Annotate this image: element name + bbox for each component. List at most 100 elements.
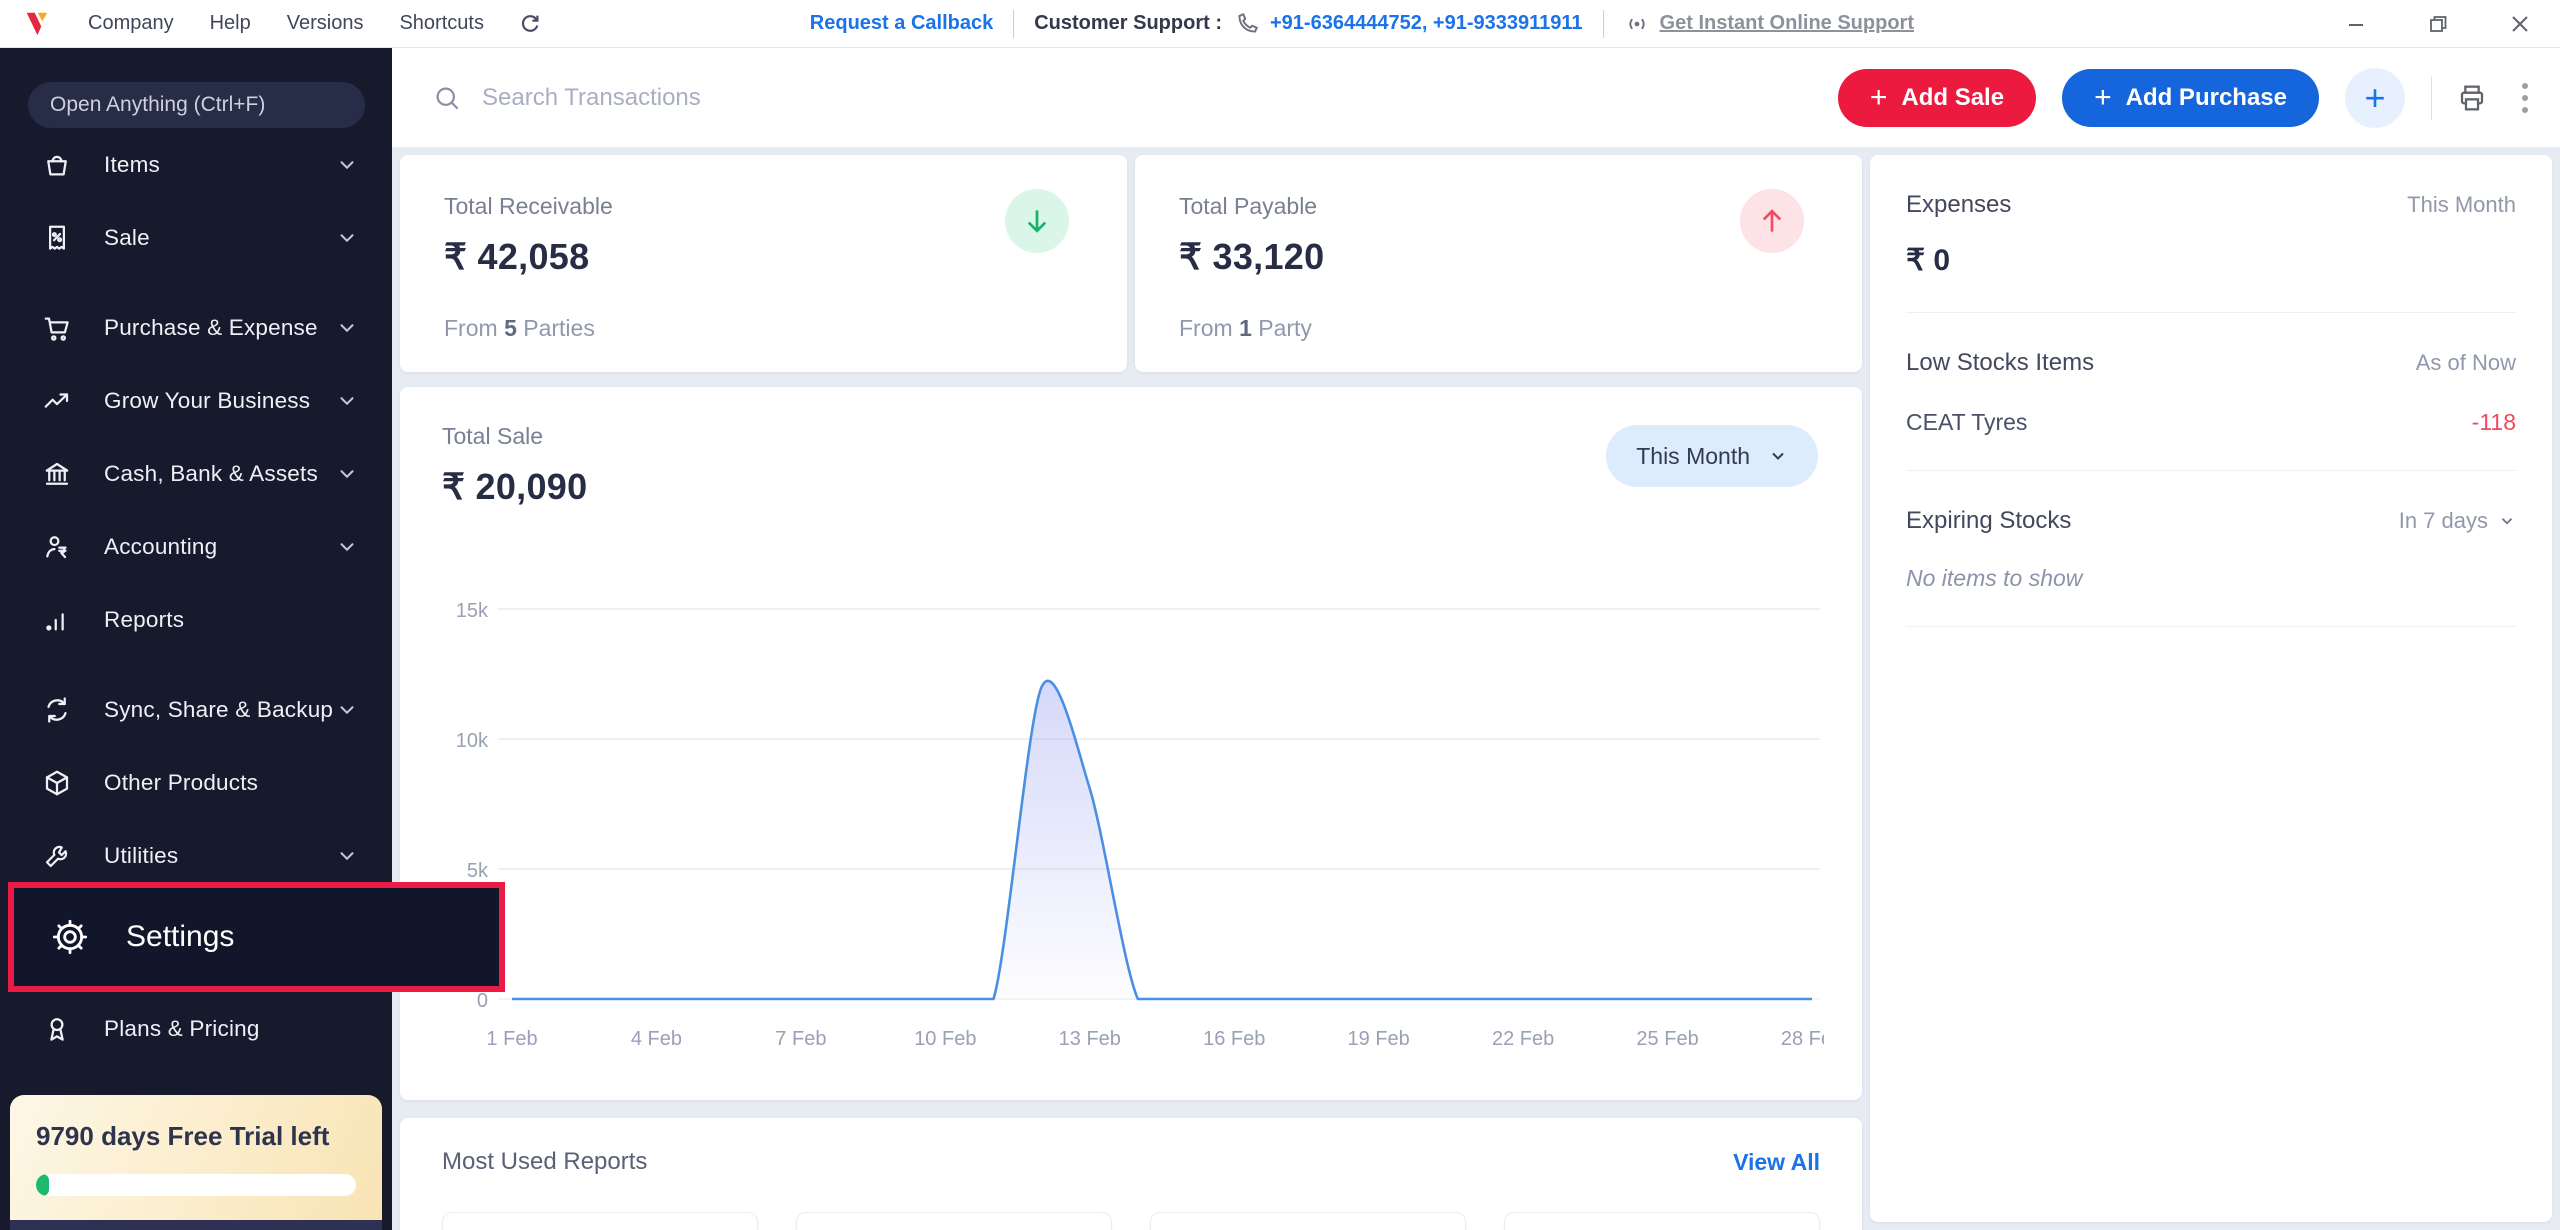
expiring-stock-section: Expiring Stocks In 7 days No items to sh… (1906, 471, 2516, 627)
sidebar-nav: Items Sale Purchase & Expense Grow Your … (0, 128, 392, 1065)
low-stock-period: As of Now (2416, 350, 2516, 376)
sidebar-item-label: Grow Your Business (104, 388, 336, 414)
payable-parties: From 1 Party (1179, 315, 1312, 342)
arrow-up-icon (1740, 189, 1804, 253)
expenses-section: Expenses This Month ₹ 0 (1906, 155, 2516, 313)
cart-icon (42, 313, 72, 343)
view-all-link[interactable]: View All (1733, 1149, 1820, 1176)
x-axis-tick: 25 Feb (1636, 1028, 1698, 1050)
window-titlebar: Company Help Versions Shortcuts Request … (0, 0, 2560, 48)
wrench-icon (42, 841, 72, 871)
sidebar-item-items[interactable]: Items (0, 128, 392, 201)
chevron-down-icon (336, 317, 358, 339)
free-trial-days-left: 9790 days Free Trial left (10, 1095, 382, 1152)
plus-icon: + (1870, 83, 1888, 113)
live-support-icon (1624, 11, 1650, 37)
sidebar-item-label: Plans & Pricing (104, 1016, 358, 1042)
trial-progress-bar (36, 1174, 356, 1196)
x-axis-tick: 16 Feb (1203, 1028, 1265, 1050)
right-panel: Expenses This Month ₹ 0 Low Stocks Items… (1870, 155, 2552, 1222)
low-stock-title: Low Stocks Items (1906, 349, 2094, 377)
menu-help[interactable]: Help (210, 12, 251, 35)
sync-icon (42, 695, 72, 725)
menu-company[interactable]: Company (88, 12, 174, 35)
sale-area-fill (512, 681, 1812, 999)
x-axis-tick: 7 Feb (775, 1028, 826, 1050)
request-callback-link[interactable]: Request a Callback (810, 12, 993, 35)
get-premium-banner[interactable]: Get Your Premium → (10, 1220, 382, 1230)
quick-add-button[interactable]: + (2345, 68, 2405, 128)
x-axis-tick: 10 Feb (914, 1028, 976, 1050)
expenses-title: Expenses (1906, 191, 2011, 219)
total-payable-card[interactable]: Total Payable ₹ 33,120 From 1 Party (1135, 155, 1862, 372)
minimize-button[interactable] (2344, 12, 2368, 36)
period-selector-dropdown[interactable]: This Month (1606, 425, 1818, 487)
receipt-icon (42, 223, 72, 253)
report-card[interactable] (796, 1212, 1112, 1230)
y-axis-tick: 5k (467, 860, 489, 882)
report-card[interactable] (1504, 1212, 1820, 1230)
vyapar-logo-icon (22, 9, 52, 39)
chevron-down-icon (336, 154, 358, 176)
expenses-period: This Month (2407, 192, 2516, 218)
sidebar-item-label: Settings (126, 920, 234, 954)
add-purchase-button[interactable]: + Add Purchase (2062, 69, 2319, 127)
payable-amount: ₹ 33,120 (1179, 236, 1818, 278)
refresh-icon[interactable] (518, 12, 542, 36)
topbar-divider (1013, 10, 1014, 38)
more-options-icon[interactable] (2518, 79, 2532, 117)
close-button[interactable] (2508, 12, 2532, 36)
sidebar-item-label: Utilities (104, 843, 336, 869)
low-stock-item-row[interactable]: CEAT Tyres -118 (1906, 409, 2516, 436)
restore-button[interactable] (2426, 12, 2450, 36)
receivable-label: Total Receivable (444, 193, 1083, 220)
sidebar-item-plans-pricing[interactable]: Plans & Pricing (0, 992, 392, 1065)
total-sale-card: Total Sale ₹ 20,090 This Month 05k10k15k… (400, 387, 1862, 1100)
expiring-period-dropdown[interactable]: In 7 days (2399, 508, 2516, 534)
phone-icon (1234, 11, 1260, 37)
sidebar-item-accounting[interactable]: Accounting (0, 510, 392, 583)
basket-icon (42, 150, 72, 180)
low-stock-item-name: CEAT Tyres (1906, 409, 2027, 436)
expiring-stock-title: Expiring Stocks (1906, 507, 2071, 535)
report-card[interactable] (1150, 1212, 1466, 1230)
sidebar-item-cash-bank-assets[interactable]: Cash, Bank & Assets (0, 437, 392, 510)
customer-support-label: Customer Support : (1034, 12, 1222, 35)
chevron-down-icon (336, 227, 358, 249)
x-axis-tick: 22 Feb (1492, 1028, 1554, 1050)
arrow-down-icon (1005, 189, 1069, 253)
instant-online-support-link[interactable]: Get Instant Online Support (1660, 12, 1914, 35)
chevron-down-icon (336, 845, 358, 867)
add-sale-button[interactable]: + Add Sale (1838, 69, 2036, 127)
total-sale-chart: 05k10k15k1 Feb4 Feb7 Feb10 Feb13 Feb16 F… (442, 567, 1824, 1062)
free-trial-card[interactable]: 9790 days Free Trial left Get Your Premi… (10, 1095, 382, 1230)
bar-chart-icon (42, 605, 72, 635)
expiring-empty-text: No items to show (1906, 565, 2516, 592)
support-phone-numbers[interactable]: +91-6364444752, +91-9333911911 (1270, 12, 1583, 35)
search-transactions-input[interactable] (482, 84, 1102, 112)
sidebar-item-reports[interactable]: Reports (0, 583, 392, 656)
menu-versions[interactable]: Versions (287, 12, 364, 35)
print-icon[interactable] (2456, 82, 2488, 114)
sidebar-item-other-products[interactable]: Other Products (0, 746, 392, 819)
sidebar-item-purchase-expense[interactable]: Purchase & Expense (0, 291, 392, 364)
sidebar-item-sale[interactable]: Sale (0, 201, 392, 274)
sidebar-item-sync-share-backup[interactable]: Sync, Share & Backup (0, 673, 392, 746)
sidebar-item-settings-highlighted[interactable]: Settings (8, 882, 505, 992)
total-receivable-card[interactable]: Total Receivable ₹ 42,058 From 5 Parties (400, 155, 1127, 372)
gear-icon (50, 917, 90, 957)
y-axis-tick: 15k (456, 600, 489, 622)
x-axis-tick: 1 Feb (486, 1028, 537, 1050)
sidebar-item-grow-your-business[interactable]: Grow Your Business (0, 364, 392, 437)
chevron-down-icon (2498, 512, 2516, 530)
open-anything-search[interactable]: Open Anything (Ctrl+F) (28, 82, 365, 128)
sidebar-item-label: Cash, Bank & Assets (104, 461, 336, 487)
menu-shortcuts[interactable]: Shortcuts (399, 12, 483, 35)
header-divider (2431, 76, 2432, 120)
trial-progress-fill (36, 1174, 49, 1196)
report-card[interactable] (442, 1212, 758, 1230)
sale-line (512, 681, 1812, 999)
receivable-parties: From 5 Parties (444, 315, 595, 342)
x-axis-tick: 19 Feb (1348, 1028, 1410, 1050)
sidebar-item-label: Other Products (104, 770, 358, 796)
